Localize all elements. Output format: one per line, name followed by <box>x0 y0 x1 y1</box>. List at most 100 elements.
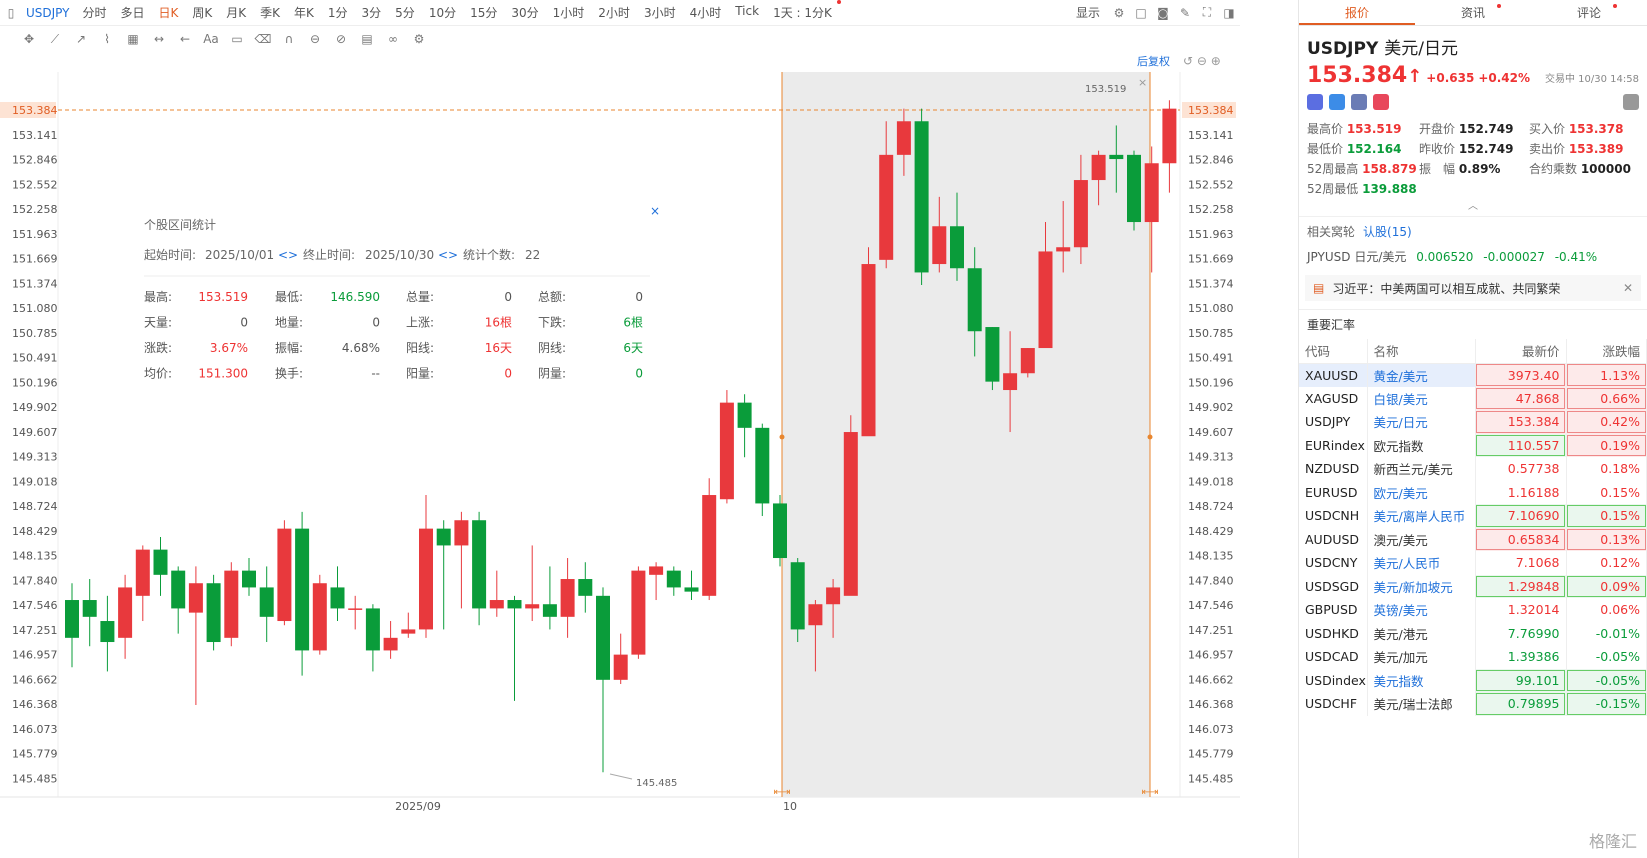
candle-body[interactable] <box>896 121 911 155</box>
period-12[interactable]: 30分 <box>504 4 545 21</box>
hide-icon[interactable]: ⊘ <box>330 32 352 46</box>
candle-body[interactable] <box>100 621 115 643</box>
candle-body[interactable] <box>596 595 610 680</box>
sidebar-toggle-icon[interactable]: ▯ <box>0 6 22 20</box>
candle-body[interactable] <box>560 579 575 617</box>
candle-body[interactable] <box>312 583 327 651</box>
table-row[interactable]: USDCNH 美元/离岸人民币 7.10690 0.15% <box>1299 504 1647 528</box>
range-arrow-icon[interactable]: ⇤⇥ <box>1142 787 1159 798</box>
candle-body[interactable] <box>118 587 133 638</box>
period-1[interactable]: 多日 <box>114 4 152 21</box>
display-menu[interactable]: 显示 <box>1076 4 1100 21</box>
candle-body[interactable] <box>525 604 540 609</box>
period-18[interactable]: 1天 : 1分K <box>766 0 841 21</box>
eraser-icon[interactable]: ⌫ <box>252 32 274 46</box>
close-icon[interactable]: ✕ <box>1623 281 1633 295</box>
range-arrow-icon[interactable]: ⇤⇥ <box>774 787 791 798</box>
period-17[interactable]: Tick <box>728 4 766 21</box>
camera-icon[interactable]: ◙ <box>1152 6 1174 20</box>
period-15[interactable]: 3小时 <box>637 4 683 21</box>
candle-body[interactable] <box>542 604 557 617</box>
fib-icon[interactable]: ▦ <box>122 32 144 46</box>
tag-icon[interactable] <box>1329 94 1345 110</box>
symbol-label[interactable]: USDJPY <box>26 6 69 20</box>
candle-body[interactable] <box>649 566 664 575</box>
candle-body[interactable] <box>967 268 982 332</box>
measure-icon[interactable]: ↔ <box>148 32 170 46</box>
candle-body[interactable] <box>401 629 416 634</box>
period-4[interactable]: 月K <box>219 4 253 21</box>
candle-body[interactable] <box>1127 154 1141 223</box>
candle-body[interactable] <box>171 570 186 609</box>
settings-icon[interactable]: ⚙ <box>1108 6 1130 20</box>
candle-body[interactable] <box>790 562 805 630</box>
wave-icon[interactable]: ⌇ <box>96 32 118 46</box>
collapse-icon[interactable]: ︿ <box>1299 197 1647 212</box>
candle-body[interactable] <box>826 587 841 605</box>
table-row[interactable]: EURUSD 欧元/美元 1.16188 0.15% <box>1299 480 1647 504</box>
fullscreen-icon[interactable]: ⛶ <box>1196 5 1218 20</box>
table-row[interactable]: EURindex 欧元指数 110.557 0.19% <box>1299 433 1647 457</box>
period-3[interactable]: 周K <box>185 4 219 21</box>
table-row[interactable]: USDHKD 美元/港元 7.76990 -0.01% <box>1299 621 1647 645</box>
candle-body[interactable] <box>755 427 770 504</box>
candle-body[interactable] <box>206 583 221 643</box>
tab-news[interactable]: 资讯 <box>1415 0 1531 25</box>
table-row[interactable]: XAGUSD 白银/美元 47.868 0.66% <box>1299 386 1647 410</box>
globe-icon[interactable] <box>1307 94 1323 110</box>
link-icon[interactable]: ∞ <box>382 32 404 46</box>
candle-body[interactable] <box>737 402 752 428</box>
restore-rights-button[interactable]: 后复权 <box>1137 54 1170 68</box>
candle-body[interactable] <box>295 528 310 651</box>
reset-icon[interactable]: ↺ ⊖ ⊕ <box>1183 54 1221 68</box>
layout-icon[interactable]: □ <box>1130 6 1152 20</box>
period-10[interactable]: 10分 <box>422 4 463 21</box>
table-row[interactable]: NZDUSD 新西兰元/美元 0.57738 0.18% <box>1299 457 1647 481</box>
candle-body[interactable] <box>1038 251 1053 349</box>
trash-icon[interactable]: ▤ <box>356 32 378 46</box>
candle-body[interactable] <box>153 549 168 575</box>
candle-body[interactable] <box>578 579 593 596</box>
period-11[interactable]: 15分 <box>463 4 504 21</box>
candle-body[interactable] <box>879 154 894 260</box>
period-14[interactable]: 2小时 <box>591 4 637 21</box>
period-9[interactable]: 5分 <box>388 4 422 21</box>
table-row[interactable]: USDindex 美元指数 99.101 -0.05% <box>1299 668 1647 692</box>
candle-body[interactable] <box>932 226 947 265</box>
candle-body[interactable] <box>135 549 150 596</box>
candle-body[interactable] <box>348 608 363 610</box>
period-0[interactable]: 分时 <box>75 4 113 21</box>
table-row[interactable]: GBPUSD 英镑/美元 1.32014 0.06% <box>1299 598 1647 622</box>
col-change[interactable]: 涨跌幅 <box>1566 339 1647 364</box>
candle-body[interactable] <box>188 583 203 613</box>
note-icon[interactable] <box>1351 94 1367 110</box>
candle-body[interactable] <box>631 570 646 655</box>
candle-body[interactable] <box>330 587 345 609</box>
favorite-icon[interactable] <box>1373 94 1389 110</box>
candle-body[interactable] <box>365 608 380 651</box>
candle-body[interactable] <box>719 402 734 500</box>
candle-body[interactable] <box>65 600 79 638</box>
candle-body[interactable] <box>914 121 929 273</box>
candle-body[interactable] <box>242 570 256 588</box>
candle-body[interactable] <box>383 637 398 651</box>
candle-body[interactable] <box>702 495 717 596</box>
period-13[interactable]: 1小时 <box>546 4 592 21</box>
tool-settings-icon[interactable]: ⚙ <box>408 32 430 46</box>
close-icon[interactable]: × <box>650 204 660 218</box>
candle-body[interactable] <box>613 654 628 680</box>
selection-handle[interactable] <box>1147 434 1153 440</box>
candle-body[interactable] <box>489 600 504 609</box>
candle-body[interactable] <box>861 264 876 437</box>
candle-body[interactable] <box>1162 108 1177 164</box>
candle-body[interactable] <box>684 587 699 592</box>
tab-comments[interactable]: 评论 <box>1531 0 1647 25</box>
candle-body[interactable] <box>985 327 1000 382</box>
candle-body[interactable] <box>277 528 292 622</box>
selection-shade[interactable] <box>782 72 1150 797</box>
period-6[interactable]: 年K <box>287 4 321 21</box>
col-price[interactable]: 最新价 <box>1475 339 1567 364</box>
table-row[interactable]: USDSGD 美元/新加坡元 1.29848 0.09% <box>1299 574 1647 598</box>
table-row[interactable]: USDJPY 美元/日元 153.384 0.42% <box>1299 410 1647 434</box>
fx-line[interactable]: JPYUSD 日元/美元 0.006520 -0.000027 -0.41% <box>1299 246 1647 267</box>
